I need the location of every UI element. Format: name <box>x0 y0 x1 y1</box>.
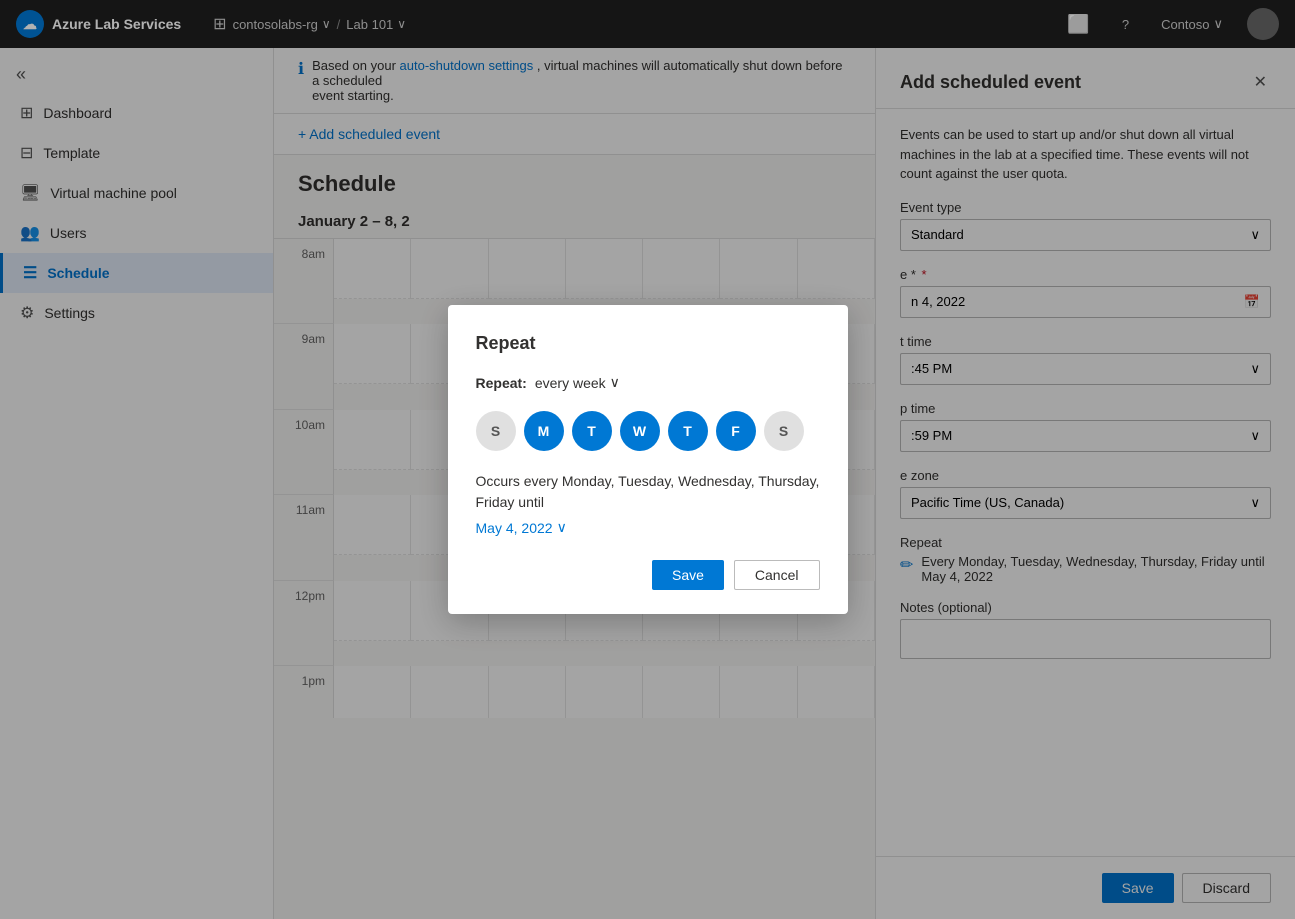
modal-repeat-label: Repeat: <box>476 375 527 391</box>
day-button-fri[interactable]: F <box>716 411 756 451</box>
modal-until-date-link[interactable]: May 4, 2022 ∨ <box>476 519 820 536</box>
day-button-tue[interactable]: T <box>572 411 612 451</box>
modal-repeat-row: Repeat: every week ∨ <box>476 374 820 391</box>
modal-overlay: Repeat Repeat: every week ∨ S M T W T F … <box>0 0 1295 919</box>
day-button-thu[interactable]: T <box>668 411 708 451</box>
modal-repeat-select[interactable]: every week ∨ <box>535 374 620 391</box>
day-button-sat[interactable]: S <box>764 411 804 451</box>
modal-occurs-text: Occurs every Monday, Tuesday, Wednesday,… <box>476 471 820 513</box>
repeat-modal: Repeat Repeat: every week ∨ S M T W T F … <box>448 305 848 614</box>
modal-until-chevron-icon: ∨ <box>557 519 567 536</box>
day-button-sun[interactable]: S <box>476 411 516 451</box>
repeat-chevron-icon: ∨ <box>610 374 620 391</box>
day-button-wed[interactable]: W <box>620 411 660 451</box>
day-button-mon[interactable]: M <box>524 411 564 451</box>
modal-until-date: May 4, 2022 <box>476 520 553 536</box>
modal-footer: Save Cancel <box>476 560 820 590</box>
modal-title: Repeat <box>476 333 820 354</box>
day-buttons: S M T W T F S <box>476 411 820 451</box>
modal-cancel-button[interactable]: Cancel <box>734 560 820 590</box>
repeat-value: every week <box>535 375 606 391</box>
modal-save-button[interactable]: Save <box>652 560 724 590</box>
